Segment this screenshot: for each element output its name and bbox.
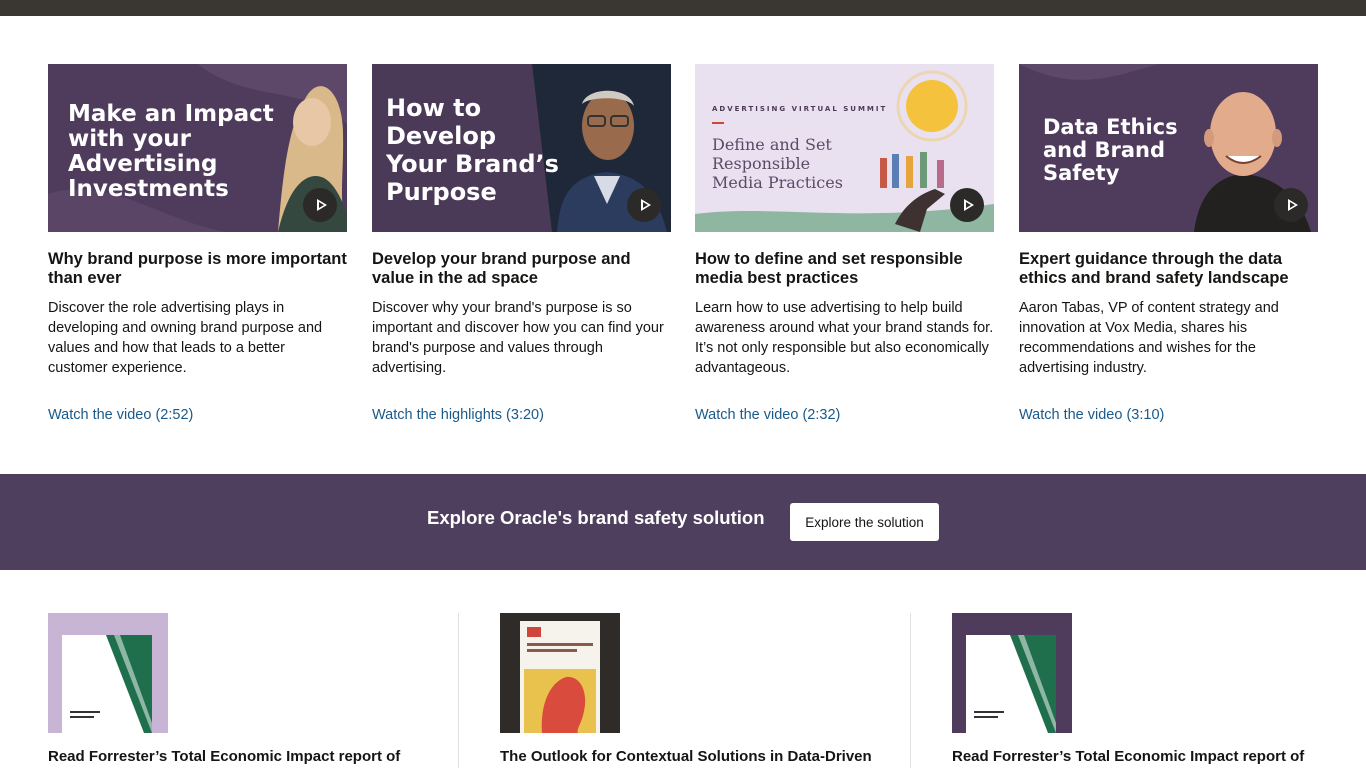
video-card: ADVERTISING VIRTUAL SUMMIT Define and Se… — [695, 64, 994, 423]
svg-text:and Brand: and Brand — [1043, 138, 1165, 162]
svg-text:Make an Impact: Make an Impact — [68, 101, 274, 127]
video-title: Why brand purpose is more important than… — [48, 250, 347, 287]
play-button[interactable] — [627, 188, 661, 222]
video-card: Data Ethics and Brand Safety Expert guid… — [1019, 64, 1318, 423]
svg-text:Advertising: Advertising — [68, 151, 218, 177]
play-icon — [963, 199, 974, 211]
svg-text:How to: How to — [386, 94, 481, 122]
video-description: Discover why your brand's purpose is so … — [372, 300, 664, 376]
watch-video-link[interactable]: Watch the highlights (3:20) — [372, 407, 544, 423]
divider — [910, 613, 911, 768]
video-title: Expert guidance through the data ethics … — [1019, 250, 1289, 287]
report-card: Read Forrester’s Total Economic Impact r… — [952, 613, 1304, 765]
svg-text:Develop: Develop — [386, 122, 496, 150]
report-cover-image[interactable] — [952, 613, 1072, 733]
report-cover-art — [48, 613, 168, 733]
report-cover-image[interactable] — [48, 613, 168, 733]
watch-video-link[interactable]: Watch the video (2:52) — [48, 407, 193, 423]
thumb-kicker: ADVERTISING VIRTUAL SUMMIT — [712, 105, 887, 113]
video-thumbnail[interactable]: How to Develop Your Brand’s Purpose — [372, 64, 671, 232]
play-icon — [316, 199, 327, 211]
video-description: Discover the role advertising plays in d… — [48, 300, 323, 376]
play-icon — [1287, 199, 1298, 211]
svg-text:Responsible: Responsible — [712, 154, 810, 173]
play-icon — [640, 199, 651, 211]
divider — [458, 613, 459, 768]
report-cover-art — [500, 613, 620, 733]
video-description: Aaron Tabas, VP of content strategy and … — [1019, 300, 1279, 376]
report-title[interactable]: The Outlook for Contextual Solutions in … — [500, 748, 880, 765]
report-card: The Outlook for Contextual Solutions in … — [500, 613, 872, 765]
video-card: Make an Impact with your Advertising Inv… — [48, 64, 347, 423]
video-description: Learn how to use advertising to help bui… — [695, 300, 994, 376]
video-title: Develop your brand purpose and value in … — [372, 250, 631, 287]
watch-video-link[interactable]: Watch the video (3:10) — [1019, 407, 1164, 423]
play-button[interactable] — [303, 188, 337, 222]
video-title: How to define and set responsible media … — [695, 250, 963, 287]
top-nav-bar — [0, 0, 1366, 16]
report-card: Read Forrester’s Total Economic Impact r… — [48, 613, 400, 765]
svg-text:Safety: Safety — [1043, 161, 1120, 185]
play-button[interactable] — [950, 188, 984, 222]
cta-banner: Explore Oracle's brand safety solution E… — [0, 474, 1366, 570]
report-cover-image[interactable] — [500, 613, 620, 733]
svg-text:Data Ethics: Data Ethics — [1043, 115, 1178, 139]
play-button[interactable] — [1274, 188, 1308, 222]
video-card: How to Develop Your Brand’s Purpose Deve… — [372, 64, 671, 423]
svg-text:with your: with your — [68, 126, 192, 152]
svg-text:Define and Set: Define and Set — [712, 135, 832, 154]
video-thumbnail[interactable]: Data Ethics and Brand Safety — [1019, 64, 1318, 232]
svg-text:Purpose: Purpose — [386, 178, 497, 206]
report-title[interactable]: Read Forrester’s Total Economic Impact r… — [48, 748, 428, 765]
svg-text:Media Practices: Media Practices — [712, 173, 843, 192]
video-thumbnail[interactable]: Make an Impact with your Advertising Inv… — [48, 64, 347, 232]
banner-title: Explore Oracle's brand safety solution — [427, 507, 765, 528]
video-thumbnail[interactable]: ADVERTISING VIRTUAL SUMMIT Define and Se… — [695, 64, 994, 232]
explore-solution-button[interactable]: Explore the solution — [790, 503, 939, 541]
report-title[interactable]: Read Forrester’s Total Economic Impact r… — [952, 748, 1332, 765]
svg-text:Investments: Investments — [68, 176, 229, 202]
watch-video-link[interactable]: Watch the video (2:32) — [695, 407, 840, 423]
report-cover-art — [952, 613, 1072, 733]
svg-text:Your Brand’s: Your Brand’s — [385, 150, 559, 178]
